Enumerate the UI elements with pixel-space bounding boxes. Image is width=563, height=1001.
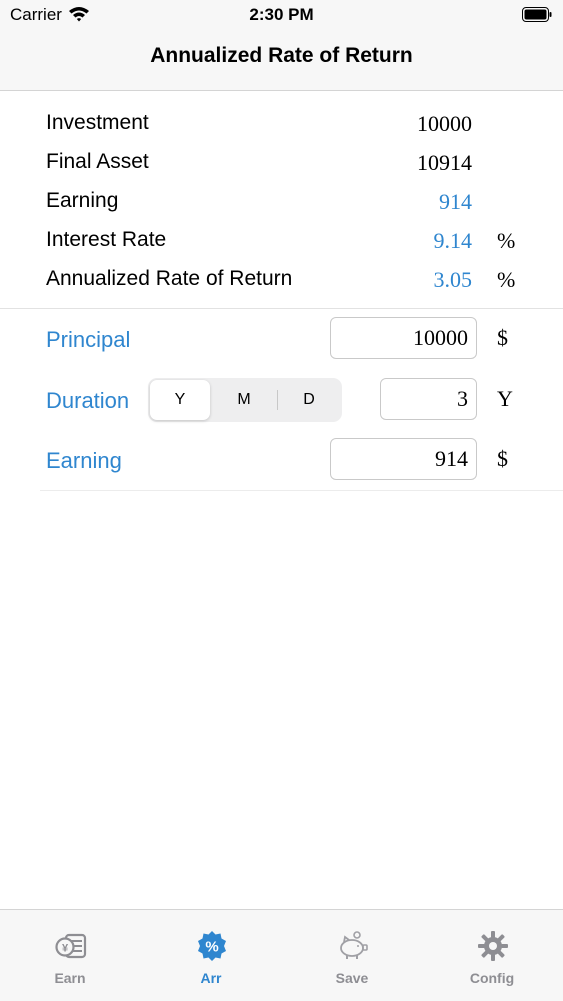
status-bar: Carrier 2:30 PM xyxy=(0,0,563,30)
principal-label: Principal xyxy=(46,327,131,352)
earning-summary-label: Earning xyxy=(46,189,119,212)
duration-row: Duration Y M D Y xyxy=(0,370,563,430)
piggy-bank-icon xyxy=(340,931,368,959)
page-title: Annualized Rate of Return xyxy=(150,44,413,67)
annualized-return-label: Annualized Rate of Return xyxy=(46,267,293,290)
percent-badge-icon: % xyxy=(198,931,226,961)
money-icon: ¥ xyxy=(55,933,87,959)
duration-input[interactable] xyxy=(380,378,477,420)
tab-bar: ¥ Earn % Arr Save Config xyxy=(0,909,563,1001)
duration-unit-segmented-control[interactable]: Y M D xyxy=(148,378,342,422)
tab-earn[interactable]: ¥ Earn xyxy=(0,910,140,1001)
tab-save-label: Save xyxy=(335,970,369,986)
interest-rate-label: Interest Rate xyxy=(46,228,167,251)
duration-unit: Y xyxy=(497,386,513,411)
tab-config[interactable]: Config xyxy=(422,910,562,1001)
segment-years[interactable]: Y xyxy=(150,380,210,420)
earning-unit: $ xyxy=(497,446,508,471)
status-time: 2:30 PM xyxy=(249,5,314,24)
final-asset-row: Final Asset 10914 xyxy=(0,142,563,181)
earning-summary-row: Earning 914 xyxy=(0,181,563,220)
final-asset-value: 10914 xyxy=(417,150,472,175)
tab-arr-label: Arr xyxy=(200,970,222,986)
navigation-bar: Annualized Rate of Return xyxy=(0,30,563,91)
battery-icon xyxy=(522,7,552,22)
form-bottom-divider xyxy=(40,490,563,491)
segment-divider xyxy=(277,390,278,410)
earning-summary-value: 914 xyxy=(439,189,472,214)
tab-config-label: Config xyxy=(469,970,515,986)
earning-input-label: Earning xyxy=(46,448,122,473)
earning-input-row: Earning $ xyxy=(0,430,563,490)
investment-label: Investment xyxy=(46,111,149,134)
tab-arr[interactable]: % Arr xyxy=(141,910,281,1001)
tab-save[interactable]: Save xyxy=(282,910,422,1001)
svg-text:¥: ¥ xyxy=(62,943,69,955)
segment-days[interactable]: D xyxy=(279,380,339,420)
interest-rate-value: 9.14 xyxy=(433,228,473,253)
gear-icon xyxy=(478,931,508,961)
annualized-return-value: 3.05 xyxy=(433,267,473,292)
earning-input[interactable] xyxy=(330,438,477,480)
principal-input[interactable] xyxy=(330,317,477,359)
duration-label: Duration xyxy=(46,388,130,413)
tab-earn-label: Earn xyxy=(54,970,86,986)
interest-rate-unit: % xyxy=(497,228,516,253)
investment-row: Investment 10000 xyxy=(0,103,563,142)
interest-rate-row: Interest Rate 9.14 % xyxy=(0,220,563,259)
segment-months[interactable]: M xyxy=(214,380,274,420)
investment-value: 10000 xyxy=(417,111,472,136)
final-asset-label: Final Asset xyxy=(46,150,149,173)
annualized-return-row: Annualized Rate of Return 3.05 % xyxy=(0,259,563,298)
principal-unit: $ xyxy=(497,325,508,350)
principal-row: Principal $ xyxy=(0,309,563,369)
svg-text:%: % xyxy=(205,939,218,956)
annualized-return-unit: % xyxy=(497,267,516,292)
